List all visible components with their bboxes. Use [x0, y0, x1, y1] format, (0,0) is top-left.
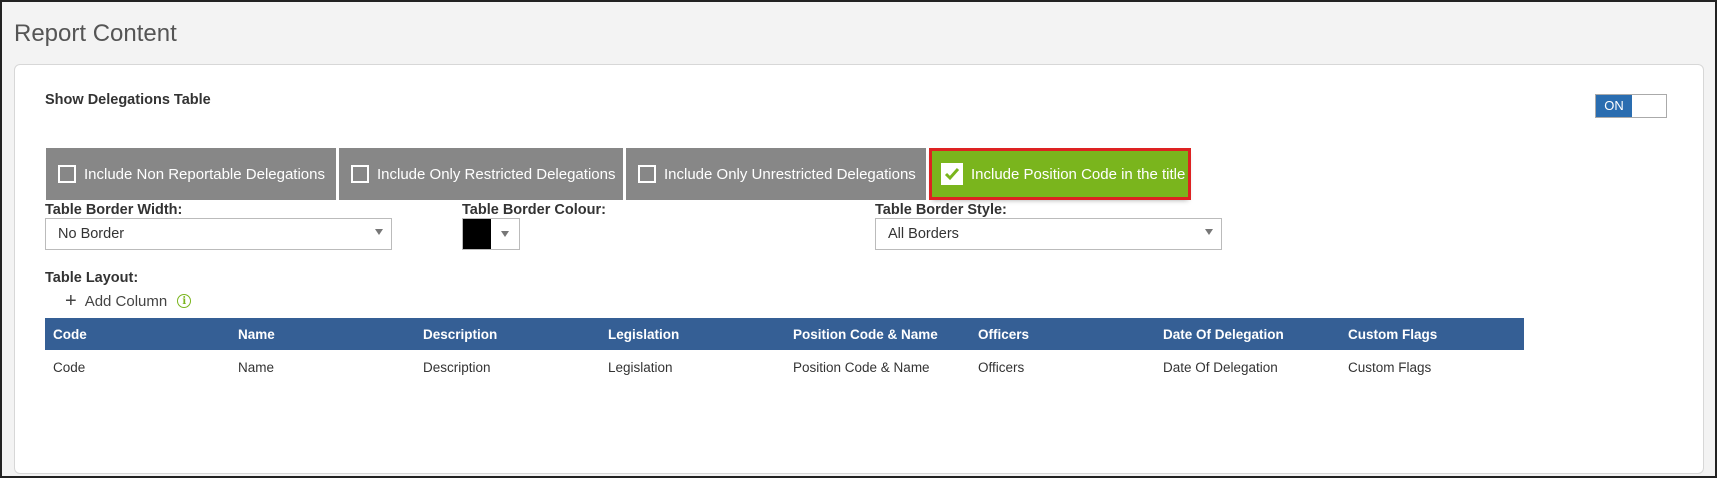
option-label: Include Only Restricted Delegations: [377, 165, 616, 183]
page-title: Report Content: [14, 20, 177, 47]
add-column-button[interactable]: + Add Column i: [65, 290, 192, 312]
checkbox-empty-icon[interactable]: [351, 165, 369, 183]
table-cell: Officers: [970, 350, 1155, 385]
plus-icon: +: [65, 290, 77, 312]
report-content-card: Show Delegations Table ON Include Non Re…: [14, 64, 1704, 474]
option-include-non-reportable[interactable]: Include Non Reportable Delegations: [46, 148, 336, 200]
column-header[interactable]: Custom Flags: [1340, 318, 1524, 350]
toggle-on-label: ON: [1596, 95, 1632, 117]
column-header[interactable]: Position Code & Name: [785, 318, 970, 350]
column-header[interactable]: Officers: [970, 318, 1155, 350]
table-cell: Custom Flags: [1340, 350, 1524, 385]
border-width-label: Table Border Width:: [45, 202, 183, 218]
option-label: Include Only Unrestricted Delegations: [664, 165, 916, 183]
border-width-value: No Border: [58, 226, 125, 242]
report-content-panel: Report Content Show Delegations Table ON…: [0, 0, 1717, 478]
chevron-down-icon: [501, 231, 509, 237]
info-icon[interactable]: i: [177, 294, 192, 308]
show-delegations-toggle[interactable]: ON: [1595, 94, 1667, 118]
border-width-select[interactable]: No Border: [45, 218, 392, 250]
table-header-row: Code Name Description Legislation Positi…: [45, 318, 1524, 350]
column-header[interactable]: Date Of Delegation: [1155, 318, 1340, 350]
table-cell: Description: [415, 350, 600, 385]
show-delegations-label: Show Delegations Table: [45, 92, 211, 108]
column-header[interactable]: Description: [415, 318, 600, 350]
table-cell: Date Of Delegation: [1155, 350, 1340, 385]
column-header[interactable]: Code: [45, 318, 230, 350]
checkbox-empty-icon[interactable]: [58, 165, 76, 183]
column-header[interactable]: Legislation: [600, 318, 785, 350]
option-include-only-unrestricted[interactable]: Include Only Unrestricted Delegations: [626, 148, 926, 200]
table-cell: Position Code & Name: [785, 350, 970, 385]
table-row: Code Name Description Legislation Positi…: [45, 350, 1524, 385]
table-layout-grid: Code Name Description Legislation Positi…: [45, 318, 1524, 385]
border-style-label: Table Border Style:: [875, 202, 1007, 218]
chevron-down-icon: [375, 229, 383, 235]
border-style-select[interactable]: All Borders: [875, 218, 1222, 250]
add-column-label: Add Column: [84, 292, 168, 310]
table-cell: Name: [230, 350, 415, 385]
chevron-down-icon: [1205, 229, 1213, 235]
checkbox-empty-icon[interactable]: [638, 165, 656, 183]
column-header[interactable]: Name: [230, 318, 415, 350]
option-label: Include Non Reportable Delegations: [84, 165, 325, 183]
colour-swatch: [463, 219, 491, 249]
border-style-value: All Borders: [888, 226, 959, 242]
checkbox-checked-icon[interactable]: [941, 163, 963, 185]
border-colour-label: Table Border Colour:: [462, 202, 606, 218]
option-include-only-restricted[interactable]: Include Only Restricted Delegations: [339, 148, 623, 200]
table-cell: Legislation: [600, 350, 785, 385]
option-include-position-code[interactable]: Include Position Code in the title: [929, 148, 1191, 200]
table-cell: Code: [45, 350, 230, 385]
table-layout-label: Table Layout:: [45, 270, 139, 286]
border-colour-picker[interactable]: [462, 218, 520, 250]
option-label: Include Position Code in the title: [971, 165, 1186, 183]
